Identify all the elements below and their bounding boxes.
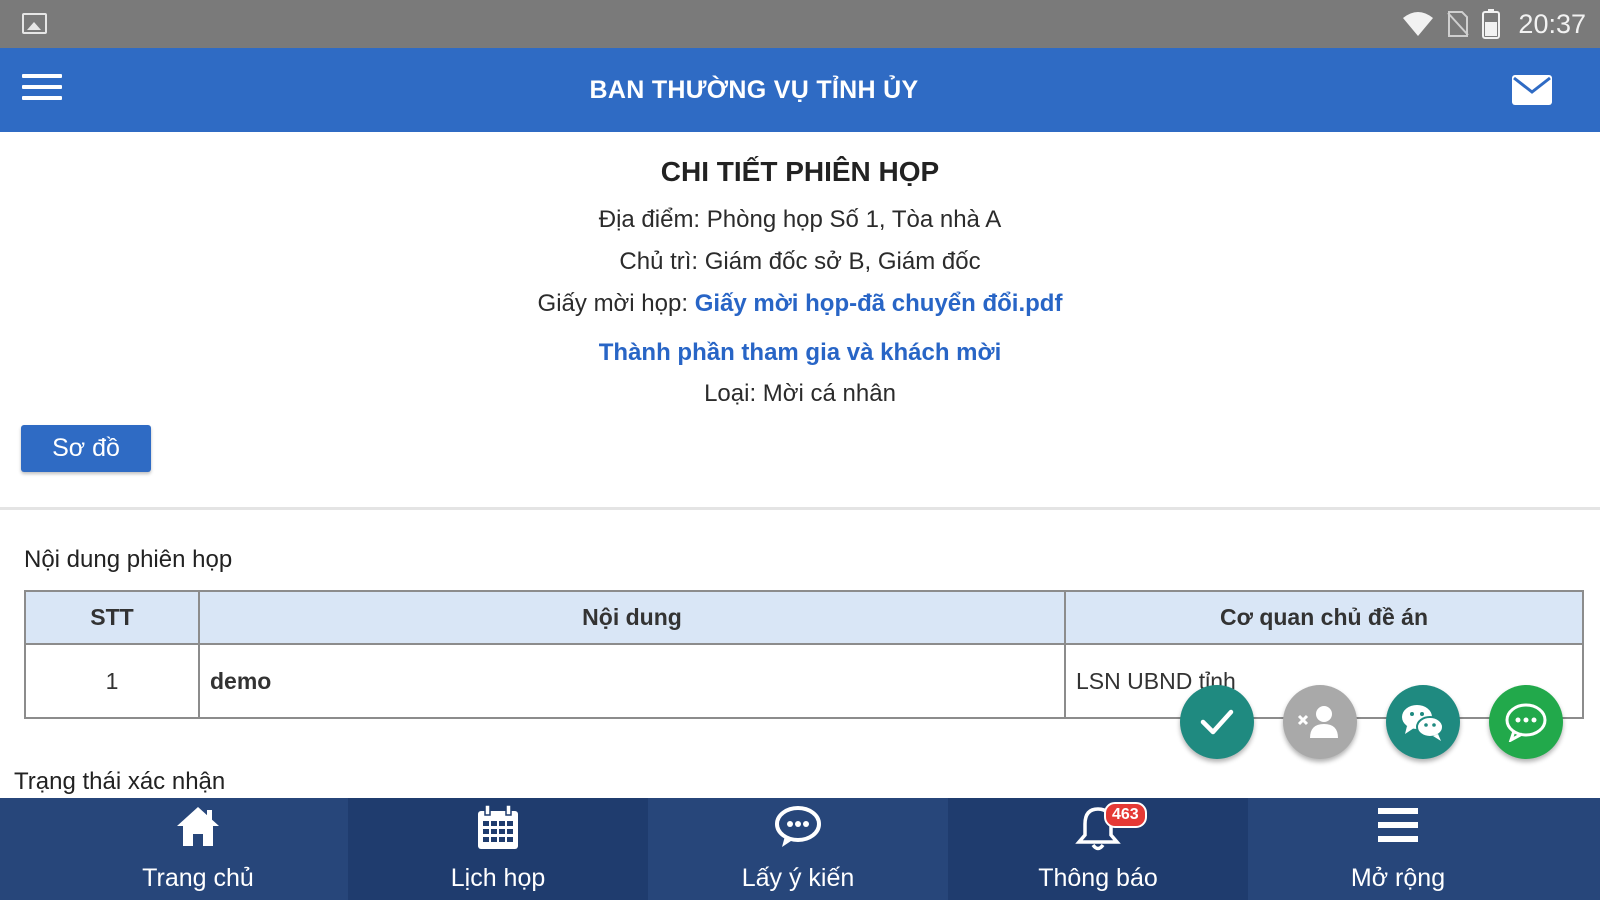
chat-button[interactable]: [1489, 685, 1563, 759]
mail-icon[interactable]: [1512, 75, 1552, 105]
comment-icon: [775, 806, 821, 847]
participants-link[interactable]: Thành phần tham gia và khách mời: [0, 339, 1600, 367]
battery-icon: [1482, 9, 1501, 39]
app-bar: BAN THƯỜNG VỤ TỈNH ỦY: [0, 48, 1600, 132]
confirm-attendance-button[interactable]: [1180, 685, 1254, 759]
nav-item-notifications[interactable]: 463 Thông báo: [948, 798, 1248, 900]
cell-content-link[interactable]: demo: [198, 643, 1066, 719]
calendar-icon: [478, 804, 518, 849]
nav-label-more: Mở rộng: [1350, 864, 1446, 892]
invitation-file-link[interactable]: Giấy mời họp-đã chuyển đổi.pdf: [695, 290, 1063, 317]
nav-label-opinions: Lấy ý kiến: [741, 864, 855, 892]
nav-label-schedule: Lịch họp: [450, 864, 546, 892]
column-header-agency: Cơ quan chủ đề án: [1064, 590, 1584, 645]
page-title: CHI TIẾT PHIÊN HỌP: [660, 156, 940, 187]
invitation-row: Giấy mời họp: Giấy mời họp-đã chuyển đổi…: [0, 290, 1600, 318]
column-header-content: Nội dung: [198, 590, 1066, 645]
nav-label-notifications: Thông báo: [1038, 864, 1158, 892]
status-bar: 20:37: [0, 0, 1600, 48]
invitation-label: Giấy mời họp:: [537, 290, 689, 317]
table-header-row: STT Nội dung Cơ quan chủ đề án: [24, 590, 1584, 645]
discussion-button[interactable]: [1386, 685, 1460, 759]
nav-item-more[interactable]: Mở rộng: [1248, 798, 1548, 900]
check-icon: [1200, 709, 1234, 735]
app-title: BAN THƯỜNG VỤ TỈNH ỦY: [589, 76, 919, 104]
notification-count-badge: 463: [1104, 802, 1147, 828]
cell-stt: 1: [24, 643, 200, 719]
image-notification-icon: [22, 13, 47, 34]
clock: 20:37: [1518, 8, 1586, 39]
chair-text: Chủ trì: Giám đốc sở B, Giám đốc: [619, 248, 981, 275]
wechat-icon: [1402, 705, 1444, 741]
no-sim-icon: [1447, 11, 1470, 37]
home-icon: [177, 807, 219, 846]
menu-icon: [1378, 808, 1418, 842]
meeting-detail-card: CHI TIẾT PHIÊN HỌP Địa điểm: Phòng họp S…: [0, 132, 1600, 510]
agenda-title: Nội dung phiên họp: [24, 546, 233, 573]
nav-label-home: Trang chủ: [142, 864, 254, 892]
person-remove-icon: [1297, 706, 1338, 738]
status-icons: 20:37: [1402, 6, 1586, 42]
wifi-icon: [1403, 12, 1434, 36]
decline-attendance-button[interactable]: [1283, 685, 1357, 759]
column-header-stt: STT: [24, 590, 200, 645]
chat-bubble-icon: [1505, 703, 1547, 742]
nav-item-schedule[interactable]: Lịch họp: [348, 798, 648, 900]
bottom-navigation: Trang chủ Lịch họp Lấy ý kiến 463 Thông …: [0, 798, 1600, 900]
map-button[interactable]: Sơ đồ: [21, 425, 151, 472]
nav-item-opinions[interactable]: Lấy ý kiến: [648, 798, 948, 900]
location-text: Địa điểm: Phòng họp Số 1, Tòa nhà A: [598, 206, 1002, 233]
confirmation-status-title: Trạng thái xác nhận: [14, 768, 226, 795]
nav-item-home[interactable]: Trang chủ: [48, 798, 348, 900]
invite-type-text: Loại: Mời cá nhân: [704, 380, 896, 407]
